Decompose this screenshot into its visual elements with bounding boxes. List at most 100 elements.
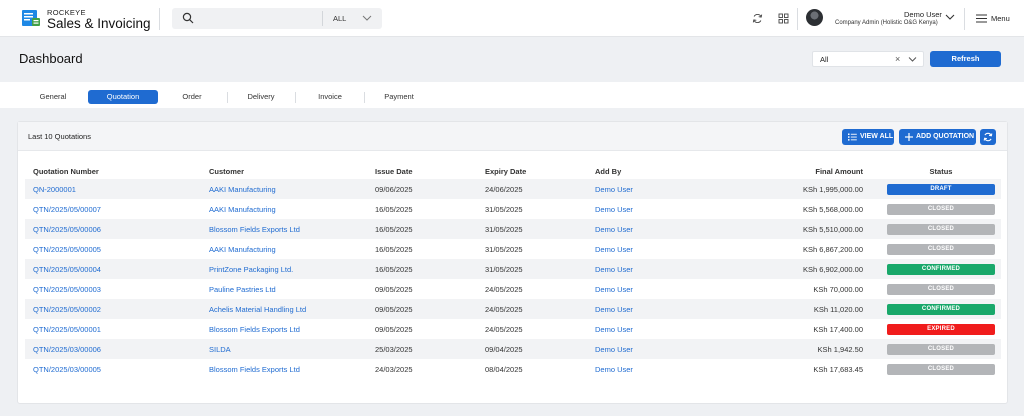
plus-icon (905, 133, 913, 141)
table-row[interactable]: QTN/2025/03/00006 SILDA 25/03/2025 09/04/20… (25, 339, 1001, 359)
customer-link[interactable]: Blossom Fields Exports Ltd (201, 219, 367, 239)
search-scope-select[interactable]: ALL (333, 14, 346, 23)
avatar[interactable] (806, 9, 823, 26)
issue-date: 16/05/2025 (375, 244, 413, 254)
table-row[interactable]: QTN/2025/05/00006 Blossom Fields Exports … (25, 219, 1001, 239)
expiry-date: 24/05/2025 (485, 304, 523, 314)
table-row[interactable]: QTN/2025/05/00005 AAKI Manufacturing 16/05… (25, 239, 1001, 259)
tab-divider (364, 92, 365, 103)
search-divider (322, 11, 323, 26)
column-header[interactable]: Add By (587, 163, 717, 179)
added-by-link[interactable]: Demo User (587, 259, 717, 279)
top-bar: ROCKEYE Sales & Invoicing ALL Demo User … (0, 0, 1024, 37)
dashboard-filter-select[interactable]: All × (812, 51, 924, 67)
apps-grid-icon[interactable] (778, 13, 789, 24)
added-by-link[interactable]: Demo User (587, 199, 717, 219)
column-header[interactable]: Final Amount (717, 163, 873, 179)
menu-button[interactable]: Menu (991, 14, 1010, 23)
table-row[interactable]: QTN/2025/05/00003 Pauline Pastries Ltd 09/… (25, 279, 1001, 299)
table-row[interactable]: QTN/2025/05/00002 Achelis Material Handli… (25, 299, 1001, 319)
added-by-link[interactable]: Demo User (587, 339, 717, 359)
table-header-row: Quotation Number Customer Issue Date Exp… (25, 163, 1001, 179)
expiry-date: 08/04/2025 (485, 364, 523, 374)
list-icon (848, 133, 857, 141)
customer-link[interactable]: PrintZone Packaging Ltd. (201, 259, 367, 279)
tab-delivery[interactable]: Delivery (232, 90, 290, 104)
quotation-number-link[interactable]: QTN/2025/05/00005 (25, 239, 201, 259)
column-header[interactable]: Quotation Number (25, 163, 201, 179)
refresh-list-button[interactable] (980, 129, 996, 145)
view-all-button[interactable]: VIEW ALL (842, 129, 894, 145)
column-header[interactable]: Status (873, 163, 1001, 179)
customer-link[interactable]: SILDA (201, 339, 367, 359)
refresh-button[interactable]: Refresh (930, 51, 1001, 67)
final-amount: KSh 5,510,000.00 (802, 224, 863, 234)
customer-link[interactable]: Blossom Fields Exports Ltd (201, 319, 367, 339)
expiry-date: 24/06/2025 (485, 184, 523, 194)
column-header[interactable]: Issue Date (367, 163, 477, 179)
chevron-down-icon[interactable] (362, 14, 372, 22)
status-badge: CONFIRMED (887, 263, 995, 275)
tab-general[interactable]: General (22, 90, 84, 104)
status-cell: CONFIRMED (873, 259, 1001, 279)
rockeye-logo-icon (22, 10, 40, 26)
quotation-number-link[interactable]: QTN/2025/03/00006 (25, 339, 201, 359)
quotation-number-link[interactable]: QN-2000001 (25, 179, 201, 199)
quotation-number-link[interactable]: QTN/2025/05/00004 (25, 259, 201, 279)
close-icon[interactable]: × (895, 55, 900, 64)
added-by-link[interactable]: Demo User (587, 219, 717, 239)
search-input[interactable] (200, 10, 320, 27)
customer-link[interactable]: AAKI Manufacturing (201, 199, 367, 219)
status-cell: CLOSED (873, 359, 1001, 379)
added-by-link[interactable]: Demo User (587, 319, 717, 339)
customer-link[interactable]: Achelis Material Handling Ltd (201, 299, 367, 319)
added-by-link[interactable]: Demo User (587, 299, 717, 319)
issue-date: 16/05/2025 (375, 204, 413, 214)
customer-link[interactable]: AAKI Manufacturing (201, 239, 367, 259)
issue-date: 09/06/2025 (375, 184, 413, 194)
card-header: Last 10 Quotations VIEW ALL ADD QUOTATIO… (18, 122, 1007, 151)
table-row[interactable]: QTN/2025/05/00004 PrintZone Packaging Ltd… (25, 259, 1001, 279)
added-by-link[interactable]: Demo User (587, 179, 717, 199)
status-badge: CLOSED (887, 203, 995, 215)
customer-link[interactable]: AAKI Manufacturing (201, 179, 367, 199)
table-row[interactable]: QTN/2025/05/00001 Blossom Fields Exports … (25, 319, 1001, 339)
added-by-link[interactable]: Demo User (587, 359, 717, 379)
customer-link[interactable]: Pauline Pastries Ltd (201, 279, 367, 299)
added-by-link[interactable]: Demo User (587, 279, 717, 299)
add-quotation-button[interactable]: ADD QUOTATION (899, 129, 976, 145)
chevron-down-icon[interactable] (908, 56, 917, 63)
issue-date: 16/05/2025 (375, 224, 413, 234)
quotation-number-link[interactable]: QTN/2025/05/00003 (25, 279, 201, 299)
customer-link[interactable]: Blossom Fields Exports Ltd (201, 359, 367, 379)
filter-value: All (820, 55, 829, 64)
quotations-card: Last 10 Quotations VIEW ALL ADD QUOTATIO… (17, 121, 1008, 404)
quotation-number-link[interactable]: QTN/2025/03/00005 (25, 359, 201, 379)
user-name[interactable]: Demo User (904, 10, 942, 19)
add-quotation-label: ADD QUOTATION (916, 133, 975, 140)
table-row[interactable]: QTN/2025/05/00007 AAKI Manufacturing 16/05… (25, 199, 1001, 219)
quotation-number-link[interactable]: QTN/2025/05/00007 (25, 199, 201, 219)
chevron-down-icon[interactable] (945, 13, 955, 21)
expiry-date: 09/04/2025 (485, 344, 523, 354)
tab-quotation[interactable]: Quotation (88, 90, 158, 104)
tab-order[interactable]: Order (163, 90, 221, 104)
status-badge: CLOSED (887, 223, 995, 235)
column-header[interactable]: Expiry Date (477, 163, 587, 179)
tab-invoice[interactable]: Invoice (301, 90, 359, 104)
global-search: ALL (172, 8, 382, 29)
quotation-number-link[interactable]: QTN/2025/05/00002 (25, 299, 201, 319)
table-row[interactable]: QTN/2025/03/00005 Blossom Fields Exports … (25, 359, 1001, 379)
status-badge: EXPIRED (887, 323, 995, 335)
tab-divider (295, 92, 296, 103)
quotation-number-link[interactable]: QTN/2025/05/00006 (25, 219, 201, 239)
dashboard-tabs: General Quotation Order Delivery Invoice… (0, 82, 1024, 108)
tab-payment[interactable]: Payment (370, 90, 428, 104)
column-header[interactable]: Customer (201, 163, 367, 179)
search-icon[interactable] (182, 12, 194, 24)
added-by-link[interactable]: Demo User (587, 239, 717, 259)
hamburger-icon[interactable] (976, 14, 987, 23)
sync-icon[interactable] (752, 13, 763, 24)
table-row[interactable]: QN-2000001 AAKI Manufacturing 09/06/2025 24… (25, 179, 1001, 199)
quotation-number-link[interactable]: QTN/2025/05/00001 (25, 319, 201, 339)
